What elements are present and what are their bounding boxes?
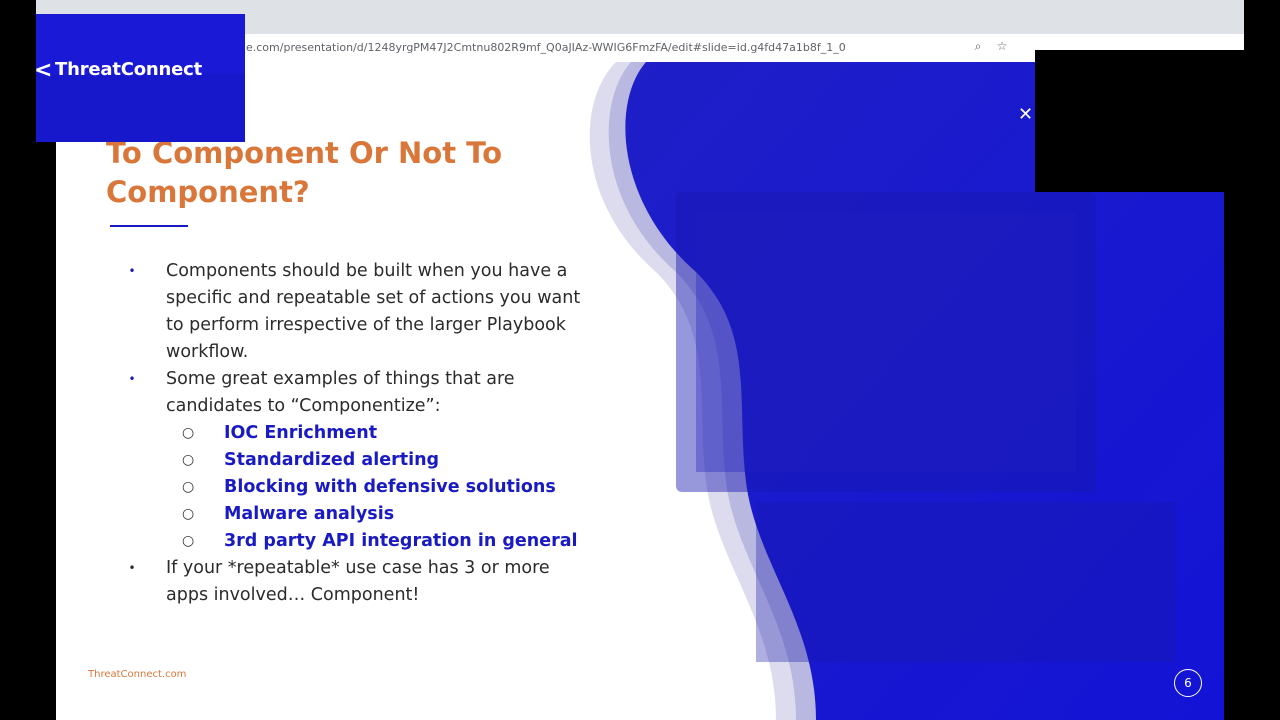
webcam-overlay [1035, 50, 1244, 192]
bookmark-star-icon[interactable]: ☆ [994, 38, 1010, 54]
toolbar-icons: ⌕ ☆ [970, 38, 1010, 54]
bullet-text: Some great examples of things that are c… [166, 369, 515, 416]
sub-bullet-item: ○ IOC Enrichment [126, 420, 596, 447]
bullet-text: Components should be built when you have… [166, 261, 581, 362]
threatconnect-mark-icon: ✕ [1018, 104, 1034, 125]
threatconnect-logo-icon: < [34, 58, 53, 83]
video-letterbox-left [0, 0, 36, 720]
sub-bullet-circle-icon: ○ [182, 533, 195, 549]
bullet-dot-icon: • [128, 372, 136, 386]
sub-bullet-circle-icon: ○ [182, 452, 195, 468]
sub-bullet-item: ○ Malware analysis [126, 501, 596, 528]
sub-bullet-text: 3rd party API integration in general [224, 531, 578, 551]
sub-bullet-text: Malware analysis [224, 504, 395, 524]
bullet-item: • Some great examples of things that are… [126, 366, 596, 420]
footer-brand-link: ThreatConnect.com [88, 669, 187, 680]
sub-bullet-circle-icon: ○ [182, 479, 195, 495]
sub-bullet-text: Blocking with defensive solutions [224, 477, 556, 497]
bullet-text: If your *repeatable* use case has 3 or m… [166, 558, 550, 605]
slide-title: To Component Or Not To Component? [106, 136, 503, 209]
title-underline [110, 225, 188, 227]
sub-bullet-item: ○ Blocking with defensive solutions [126, 474, 596, 501]
sub-bullet-text: Standardized alerting [224, 450, 440, 470]
sub-bullet-item: ○ Standardized alerting [126, 447, 596, 474]
bullet-item: • If your *repeatable* use case has 3 or… [126, 555, 596, 609]
zoom-search-icon[interactable]: ⌕ [970, 38, 986, 54]
bullet-dot-icon: • [128, 264, 136, 278]
sub-bullet-circle-icon: ○ [182, 425, 195, 441]
logo-card: < ThreatConnect [34, 14, 245, 142]
bullet-list: • Components should be built when you ha… [126, 258, 596, 609]
sub-bullet-circle-icon: ○ [182, 506, 195, 522]
logo-text: ThreatConnect [55, 59, 203, 80]
page-number: 6 [1174, 669, 1202, 697]
sub-bullet-item: ○ 3rd party API integration in general [126, 528, 596, 555]
bullet-dot-icon: • [128, 561, 136, 575]
sub-bullet-text: IOC Enrichment [224, 423, 378, 443]
video-letterbox-right [1244, 0, 1280, 720]
bullet-item: • Components should be built when you ha… [126, 258, 596, 366]
url-text[interactable]: e.com/presentation/d/1248yrgPM47J2Cmtnu8… [246, 41, 846, 54]
